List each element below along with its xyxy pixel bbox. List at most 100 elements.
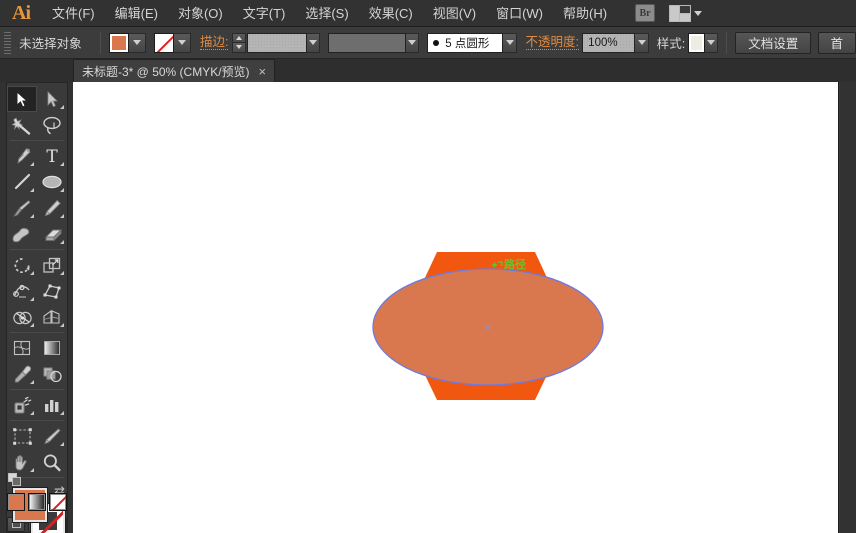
- document-tab[interactable]: 未标题-3* @ 50% (CMYK/预览) ×: [73, 59, 276, 82]
- app-logo: Ai: [12, 1, 31, 24]
- menu-file[interactable]: 文件(F): [42, 0, 105, 27]
- mesh-tool[interactable]: [7, 335, 37, 361]
- graphic-style-swatch[interactable]: [688, 32, 705, 53]
- arrange-documents-icon: [669, 4, 692, 22]
- direct-selection-tool[interactable]: [37, 86, 67, 112]
- line-segment-tool[interactable]: [7, 169, 37, 195]
- brush-definition-field[interactable]: 5 点圆形: [427, 32, 504, 53]
- smart-guide-label: 路径: [504, 258, 526, 271]
- stroke-profile-dropdown-button[interactable]: [405, 32, 420, 53]
- close-icon[interactable]: ×: [259, 65, 267, 78]
- blend-tool[interactable]: [37, 361, 67, 387]
- stepper-up-button[interactable]: [232, 32, 247, 43]
- pen-tool[interactable]: [7, 143, 37, 169]
- stroke-none-swatch[interactable]: [153, 32, 174, 53]
- arrange-documents-button[interactable]: [669, 4, 703, 22]
- shape-builder-tool[interactable]: [7, 304, 37, 330]
- artboard-tool[interactable]: [7, 423, 37, 449]
- default-fill-stroke-icon[interactable]: [8, 473, 21, 486]
- selection-tool[interactable]: [7, 86, 37, 113]
- menu-window[interactable]: 窗口(W): [486, 0, 553, 27]
- center-point-mark: ×: [483, 321, 492, 334]
- paintbrush-tool[interactable]: [7, 195, 37, 221]
- document-tab-bar: 未标题-3* @ 50% (CMYK/预览) ×: [0, 59, 856, 82]
- menu-type[interactable]: 文字(T): [233, 0, 296, 27]
- canvas-area[interactable]: × 路径: [73, 82, 856, 533]
- symbol-sprayer-tool[interactable]: [7, 392, 37, 418]
- width-tool[interactable]: [7, 278, 37, 304]
- document-tab-title: 未标题-3* @ 50% (CMYK/预览): [82, 64, 250, 79]
- tool-group-transform: [7, 252, 67, 330]
- opacity-input[interactable]: 100%: [582, 32, 636, 53]
- artboard[interactable]: × 路径: [73, 82, 839, 533]
- eyedropper-tool[interactable]: [7, 361, 37, 387]
- stroke-label[interactable]: 描边:: [199, 35, 229, 50]
- zoom-tool[interactable]: [37, 449, 67, 475]
- perspective-grid-tool[interactable]: [37, 304, 67, 330]
- triangle-down-icon: [236, 45, 243, 49]
- magic-wand-tool[interactable]: [7, 112, 37, 138]
- bridge-icon[interactable]: Br: [635, 4, 656, 22]
- gradient-tool[interactable]: [37, 335, 67, 361]
- stroke-profile-field[interactable]: [328, 32, 406, 53]
- artwork-svg: ×: [372, 252, 604, 400]
- divider: [10, 332, 64, 334]
- stroke-weight-field[interactable]: [247, 32, 307, 53]
- brush-definition-value: 5 点圆形: [445, 37, 490, 50]
- pencil-tool[interactable]: [37, 195, 67, 221]
- menu-help[interactable]: 帮助(H): [553, 0, 617, 27]
- fill-color-control[interactable]: [108, 32, 146, 53]
- color-button[interactable]: [7, 493, 25, 511]
- slice-tool[interactable]: [37, 423, 67, 449]
- divider: [10, 420, 64, 422]
- eraser-tool[interactable]: [37, 221, 67, 247]
- graphic-style-dropdown-button[interactable]: [704, 32, 719, 53]
- column-graph-tool[interactable]: [37, 392, 67, 418]
- free-transform-tool[interactable]: [37, 278, 67, 304]
- triangle-up-icon: [236, 35, 243, 40]
- tool-group-selection: [7, 86, 67, 138]
- chevron-down-icon: [132, 40, 141, 45]
- stroke-color-control[interactable]: [153, 32, 191, 53]
- type-tool[interactable]: T: [37, 143, 67, 169]
- tool-group-paint: [7, 335, 67, 387]
- divider: [99, 31, 101, 54]
- menu-effect[interactable]: 效果(C): [359, 0, 423, 27]
- divider: [10, 389, 64, 391]
- stroke-weight-stepper[interactable]: [232, 32, 247, 53]
- color-mode-buttons: [7, 493, 67, 511]
- menu-select[interactable]: 选择(S): [295, 0, 358, 27]
- ellipse-tool[interactable]: [37, 169, 67, 195]
- scale-tool[interactable]: [37, 252, 67, 278]
- opacity-label[interactable]: 不透明度:: [525, 35, 580, 50]
- svg-text:T: T: [46, 147, 58, 165]
- rotate-tool[interactable]: [7, 252, 37, 278]
- none-button[interactable]: [49, 493, 67, 511]
- stepper-down-button[interactable]: [232, 42, 247, 53]
- chevron-down-icon: [408, 40, 417, 45]
- fill-swatch[interactable]: [108, 32, 129, 53]
- round-dot-icon: [433, 39, 440, 46]
- menu-bar-right-group: Br: [635, 4, 703, 22]
- tool-group-view: [7, 423, 67, 475]
- hand-tool[interactable]: [7, 449, 37, 475]
- opacity-dropdown-button[interactable]: [635, 32, 649, 53]
- chevron-down-icon: [309, 40, 318, 45]
- stroke-weight-dropdown-button[interactable]: [306, 32, 321, 53]
- document-setup-button[interactable]: 文档设置: [735, 31, 812, 54]
- control-bar-grip[interactable]: [4, 31, 12, 54]
- menu-edit[interactable]: 编辑(E): [105, 0, 168, 27]
- fill-dropdown-button[interactable]: [128, 32, 146, 53]
- lasso-tool[interactable]: [37, 112, 67, 138]
- selection-status-label: 未选择对象: [19, 37, 82, 51]
- illustrator-window: Ai 文件(F) 编辑(E) 对象(O) 文字(T) 选择(S) 效果(C) 视…: [0, 0, 856, 533]
- brush-definition-dropdown-button[interactable]: [503, 32, 517, 53]
- menu-object[interactable]: 对象(O): [168, 0, 233, 27]
- stroke-dropdown-button[interactable]: [173, 32, 191, 53]
- menu-view[interactable]: 视图(V): [423, 0, 486, 27]
- blob-brush-tool[interactable]: [7, 221, 37, 247]
- gradient-button[interactable]: [28, 493, 46, 511]
- divider: [726, 31, 728, 54]
- preferences-button[interactable]: 首: [817, 31, 856, 54]
- divider: [10, 140, 64, 142]
